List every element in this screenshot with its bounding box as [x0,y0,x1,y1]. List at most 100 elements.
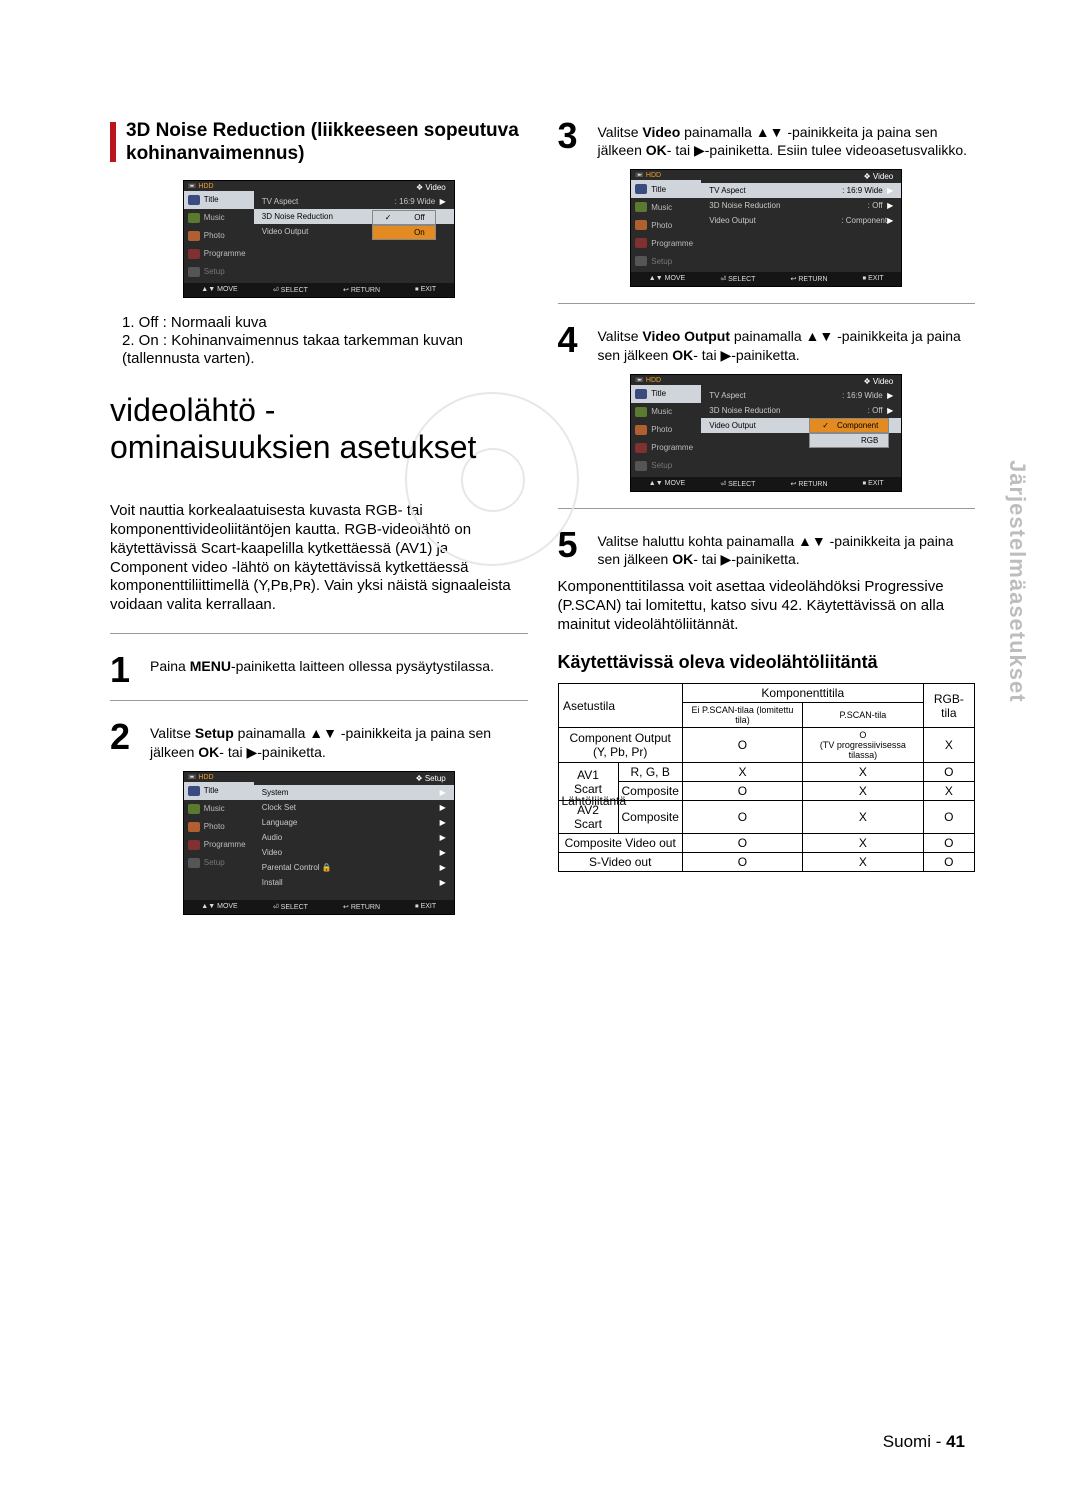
osd-noise-reduction: 📼 HDD Title Music Photo Programme Setup … [183,180,455,298]
sidebar-item-title[interactable]: Title [184,191,254,209]
sidebar-item-music[interactable]: Music [184,800,254,818]
sidebar-item-programme[interactable]: Programme [184,245,254,263]
sidebar-item-music[interactable]: Music [631,403,701,421]
sidebar-item-setup[interactable]: Setup [631,457,701,475]
osd-item-tv-aspect[interactable]: TV Aspect: 16:9 Wide ▶ [701,183,901,198]
option-on[interactable]: On [372,225,436,240]
osd-sidebar: 📼 HDD Title Music Photo Programme Setup [184,772,254,900]
sidebar-item-photo[interactable]: Photo [631,421,701,439]
osd-item-tv-aspect[interactable]: TV Aspect: 16:9 Wide ▶ [254,194,454,209]
osd-breadcrumb: ❖ Setup [254,772,454,785]
osd-hdd-indicator: 📼 HDD [184,772,254,782]
osd-hdd-indicator: 📼 HDD [184,181,254,191]
step-number: 2 [110,721,140,760]
right-column: 3 Valitse Video painamalla ▲▼ -painikkei… [558,120,976,931]
title-icon [188,786,200,796]
separator [558,508,976,509]
title-icon [635,389,647,399]
lock-icon: 🔒 [322,863,332,872]
photo-icon [635,425,647,435]
osd-sidebar: 📼 HDD Title Music Photo Programme Setup [631,375,701,477]
step-number: 4 [558,324,588,363]
photo-icon [635,220,647,230]
osd-item-tv-aspect[interactable]: TV Aspect: 16:9 Wide ▶ [701,388,901,403]
output-jack-table: Asetustila Komponenttitila RGB-tila Ei P… [558,683,976,872]
step-text: Valitse Video painamalla ▲▼ -painikkeita… [598,120,976,159]
sidebar-item-music[interactable]: Music [631,198,701,216]
sidebar-item-programme[interactable]: Programme [631,234,701,252]
table-row: S-Video out O X O [558,853,975,872]
osd-footer-hints: ▲▼ MOVE ⏎ SELECT ↩ RETURN ⏹ EXIT [184,283,454,297]
osd-video-menu: 📼 HDD Title Music Photo Programme Setup … [630,169,902,287]
table-row: Asetustila Komponenttitila RGB-tila [558,684,975,703]
left-column: 3D Noise Reduction (liikkeeseen sopeutuv… [110,120,528,931]
noise-reduction-list: 1. Off : Normaali kuva 2. On : Kohinanva… [122,314,528,369]
osd-item-3d-noise[interactable]: 3D Noise Reduction: Off ▶ [701,403,901,418]
step-5: 5 Valitse haluttu kohta painamalla ▲▼ -p… [558,529,976,568]
sidebar-item-title[interactable]: Title [631,180,701,198]
table-subheader-lahto: Lähtöliitäntä [562,794,627,808]
option-rgb[interactable]: RGB [809,433,889,448]
osd-item-video-output[interactable]: Video Output: Component▶ [701,213,901,228]
sidebar-item-photo[interactable]: Photo [631,216,701,234]
sidebar-item-setup[interactable]: Setup [184,854,254,872]
separator [110,700,528,701]
step-1: 1 Paina MENU-painiketta laitteen ollessa… [110,654,528,686]
osd-item-language[interactable]: Language▶ [254,815,454,830]
step-number: 1 [110,654,140,686]
setup-icon [188,267,200,277]
osd-item-system[interactable]: System▶ [254,785,454,800]
osd-item-video[interactable]: Video▶ [254,845,454,860]
sidebar-item-photo[interactable]: Photo [184,227,254,245]
music-icon [188,804,200,814]
table-row: Composite Video out O X O [558,834,975,853]
step-4: 4 Valitse Video Output painamalla ▲▼ -pa… [558,324,976,363]
jacks-heading: Käytettävissä oleva videolähtöliitäntä [558,652,976,673]
step-text: Paina MENU-painiketta laitteen ollessa p… [150,654,494,686]
separator [110,633,528,634]
osd-footer-hints: ▲▼ MOVE ⏎ SELECT ↩ RETURN ⏹ EXIT [631,272,901,286]
programme-icon [188,249,200,259]
osd-footer-hints: ▲▼ MOVE ⏎ SELECT ↩ RETURN ⏹ EXIT [631,477,901,491]
music-icon [188,213,200,223]
osd-breadcrumb: ❖ Video [254,181,454,194]
programme-icon [635,443,647,453]
step-number: 5 [558,529,588,568]
title-icon [635,184,647,194]
step-text: Valitse Video Output painamalla ▲▼ -pain… [598,324,976,363]
sidebar-item-title[interactable]: Title [631,385,701,403]
programme-icon [635,238,647,248]
sidebar-item-music[interactable]: Music [184,209,254,227]
osd-item-audio[interactable]: Audio▶ [254,830,454,845]
sidebar-item-programme[interactable]: Programme [184,836,254,854]
osd-item-clock[interactable]: Clock Set▶ [254,800,454,815]
title-icon [188,195,200,205]
osd-item-install[interactable]: Install▶ [254,875,454,890]
sidebar-item-title[interactable]: Title [184,782,254,800]
programme-icon [188,840,200,850]
page-number: Suomi - 41 [883,1432,965,1452]
option-component[interactable]: ✓Component [809,418,889,433]
osd-item-parental[interactable]: Parental Control 🔒▶ [254,860,454,875]
option-off[interactable]: ✓Off [372,210,436,225]
music-icon [635,407,647,417]
osd-setup-menu: 📼 HDD Title Music Photo Programme Setup … [183,771,455,915]
step-text: Valitse haluttu kohta painamalla ▲▼ -pai… [598,529,976,568]
osd-sidebar: 📼 HDD Title Music Photo Programme Setup [631,170,701,272]
table-row: AV1 Scart R, G, B X X O [558,763,975,782]
osd-hdd-indicator: 📼 HDD [631,375,701,385]
noise-reduction-heading: 3D Noise Reduction (liikkeeseen sopeutuv… [110,120,528,166]
osd-footer-hints: ▲▼ MOVE ⏎ SELECT ↩ RETURN ⏹ EXIT [184,900,454,914]
osd-breadcrumb: ❖ Video [701,170,901,183]
photo-icon [188,822,200,832]
osd-video-output-dropdown: 📼 HDD Title Music Photo Programme Setup … [630,374,902,492]
setup-icon [635,256,647,266]
osd-breadcrumb: ❖ Video [701,375,901,388]
osd-hdd-indicator: 📼 HDD [631,170,701,180]
sidebar-item-setup[interactable]: Setup [631,252,701,270]
sidebar-item-programme[interactable]: Programme [631,439,701,457]
sidebar-item-photo[interactable]: Photo [184,818,254,836]
osd-item-3d-noise[interactable]: 3D Noise Reduction: Off ▶ [701,198,901,213]
heading-text: 3D Noise Reduction (liikkeeseen sopeutuv… [126,120,528,166]
sidebar-item-setup[interactable]: Setup [184,263,254,281]
